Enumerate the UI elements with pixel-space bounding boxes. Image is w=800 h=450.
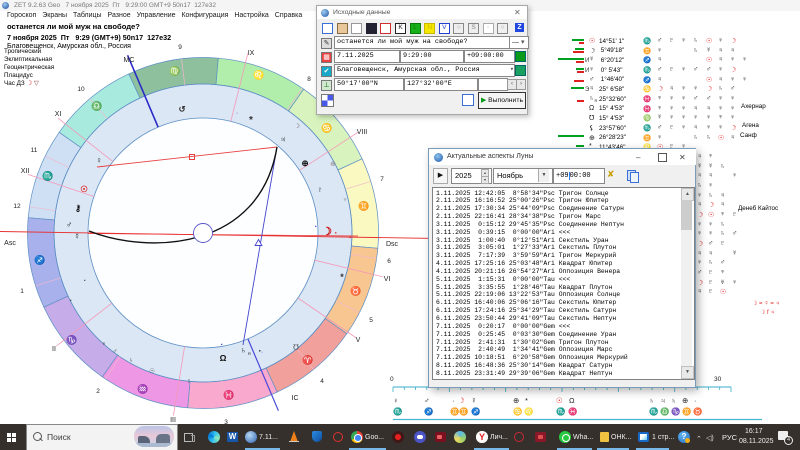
svg-text:♑: ♑ <box>671 407 680 416</box>
svg-text:♓: ♓ <box>568 407 577 416</box>
svg-text:·: · <box>452 396 455 405</box>
svg-text:30: 30 <box>714 376 722 383</box>
svg-text:♏: ♏ <box>393 407 402 416</box>
svg-text:♎: ♎ <box>660 407 669 416</box>
svg-text:♊: ♊ <box>450 407 459 416</box>
svg-text:♉: ♉ <box>693 407 702 416</box>
svg-text:♋: ♋ <box>513 407 522 416</box>
svg-text:☽: ☽ <box>458 396 465 405</box>
svg-text:Ω: Ω <box>569 396 575 405</box>
svg-text:♊: ♊ <box>682 407 691 416</box>
svg-text:♊: ♊ <box>459 407 468 416</box>
svg-text:♐: ♐ <box>471 407 480 416</box>
svg-text:⊕: ⊕ <box>513 396 519 405</box>
svg-text:♀: ♀ <box>393 396 399 405</box>
svg-text:♄: ♄ <box>649 396 655 405</box>
svg-text:·: · <box>694 396 697 405</box>
svg-text:♄: ♄ <box>671 396 677 405</box>
svg-text:♃: ♃ <box>660 396 666 405</box>
svg-text:☉: ☉ <box>556 396 563 405</box>
svg-text:♏: ♏ <box>649 407 658 416</box>
svg-text:⊕: ⊕ <box>682 396 688 405</box>
svg-text:*: * <box>525 396 528 405</box>
svg-text:♂: ♂ <box>424 396 430 405</box>
svg-text:☿: ☿ <box>471 396 477 405</box>
svg-text:♌: ♌ <box>524 407 533 416</box>
svg-text:♏: ♏ <box>556 407 565 416</box>
svg-text:0: 0 <box>390 376 394 383</box>
svg-text:♐: ♐ <box>424 407 433 416</box>
